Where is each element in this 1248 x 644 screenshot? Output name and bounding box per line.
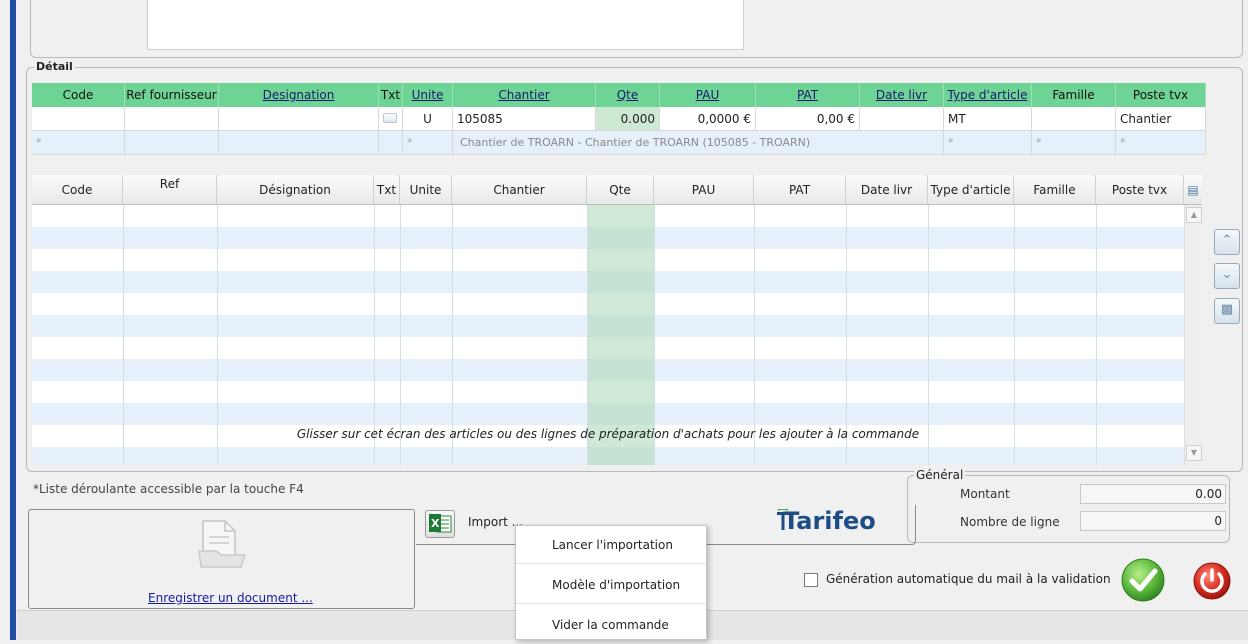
info-cell — [379, 131, 403, 155]
entry-pat-cell[interactable]: 0,00 € — [756, 107, 860, 131]
entry-date-livr-cell[interactable] — [860, 107, 944, 131]
chantier-summary: Chantier de TROARN - Chantier de TROARN … — [460, 136, 811, 149]
lines-header-date-livr[interactable]: Date livr — [846, 175, 928, 205]
column-divider — [754, 205, 755, 465]
general-group-label: Général — [914, 468, 966, 482]
validate-button[interactable] — [1120, 557, 1166, 603]
entry-famille-cell[interactable] — [1032, 107, 1116, 131]
lines-header-pat[interactable]: PAT — [754, 175, 846, 205]
scroll-down-arrow-icon[interactable]: ▼ — [1186, 445, 1202, 461]
move-up-button[interactable]: ⌃ — [1214, 229, 1240, 255]
window-left-edge — [10, 0, 16, 640]
entry-txt-cell[interactable] — [379, 107, 403, 131]
detail-group-label: Détail — [34, 60, 75, 73]
lines-header-chantier[interactable]: Chantier — [452, 175, 587, 205]
entry-header-poste-tvx[interactable]: Poste tvx — [1116, 83, 1206, 107]
entry-chantier-cell[interactable]: 105085 — [453, 107, 596, 131]
chevron-up-icon: ⌃ — [1221, 233, 1233, 248]
entry-qte-cell[interactable]: 0.000 — [596, 107, 660, 131]
lines-header-famille[interactable]: Famille — [1014, 175, 1096, 205]
entry-header-famille[interactable]: Famille — [1032, 83, 1116, 107]
column-divider — [1096, 205, 1097, 465]
import-context-menu: Lancer l'importation Modèle d'importatio… — [515, 525, 707, 640]
qte-column-band — [587, 205, 654, 465]
f4-hint: *Liste déroulante accessible par la touc… — [33, 482, 304, 496]
required-marker: * — [403, 131, 453, 155]
required-marker: * — [944, 131, 1032, 155]
entry-header-unite[interactable]: Unite — [403, 83, 453, 107]
column-settings-icon[interactable]: ▤ — [1184, 175, 1202, 205]
menu-item-import-template[interactable]: Modèle d'importation — [516, 566, 706, 604]
entry-poste-tvx-cell[interactable]: Chantier — [1116, 107, 1206, 131]
column-divider — [400, 205, 401, 465]
save-icon: ▩ — [1220, 302, 1234, 317]
montant-value: 0.00 — [1080, 484, 1226, 504]
document-folder-icon — [198, 520, 246, 568]
entry-unite-cell[interactable]: U — [403, 107, 453, 131]
entry-code-cell[interactable] — [32, 107, 125, 131]
lines-header-txt[interactable]: Txt — [374, 175, 400, 205]
lines-vertical-scrollbar[interactable]: ▲ ▼ — [1184, 205, 1202, 465]
required-marker: * — [32, 131, 125, 155]
save-lines-button[interactable]: ▩ — [1214, 298, 1240, 324]
column-divider — [654, 205, 655, 465]
required-marker: * — [1116, 131, 1206, 155]
scroll-up-arrow-icon[interactable]: ▲ — [1186, 207, 1202, 223]
lines-grid[interactable]: Code Ref Désignation Txt Unite Chantier … — [32, 175, 1206, 465]
move-down-button[interactable]: ⌄ — [1214, 263, 1240, 289]
auto-mail-label[interactable]: Génération automatique du mail à la vali… — [826, 572, 1111, 586]
entry-header-pat[interactable]: PAT — [756, 83, 860, 107]
notes-textarea[interactable] — [147, 0, 744, 50]
chevron-down-icon: ⌄ — [1221, 267, 1233, 282]
column-divider — [1014, 205, 1015, 465]
info-cell — [219, 131, 379, 155]
entry-header-type-article[interactable]: Type d'article — [944, 83, 1032, 107]
tarifeo-brand: Tarifeo — [783, 507, 876, 535]
column-divider — [217, 205, 218, 465]
entry-header-chantier[interactable]: Chantier — [453, 83, 596, 107]
required-marker: * — [1032, 131, 1116, 155]
entry-header-ref-fournisseur[interactable]: Ref fournisseur — [125, 83, 219, 107]
entry-header-date-livr[interactable]: Date livr — [860, 83, 944, 107]
lines-header-poste-tvx[interactable]: Poste tvx — [1096, 175, 1184, 205]
excel-icon: X — [429, 514, 452, 533]
lines-header-qte[interactable]: Qte — [587, 175, 654, 205]
txt-toggle[interactable] — [383, 113, 397, 123]
entry-pau-cell[interactable]: 0,0000 € — [660, 107, 756, 131]
lines-header-unite[interactable]: Unite — [400, 175, 452, 205]
menu-item-clear-order[interactable]: Vider la commande — [516, 606, 706, 644]
svg-text:X: X — [431, 517, 440, 530]
entry-header-pau[interactable]: PAU — [660, 83, 756, 107]
lines-header-type-article[interactable]: Type d'article — [928, 175, 1014, 205]
lines-header-code[interactable]: Code — [32, 175, 123, 205]
entry-type-article-cell[interactable]: MT — [944, 107, 1032, 131]
column-divider — [123, 205, 124, 465]
entry-header-txt[interactable]: Txt — [379, 83, 403, 107]
column-divider — [374, 205, 375, 465]
info-cell — [125, 131, 219, 155]
lines-header-ref[interactable]: Ref — [123, 175, 217, 205]
montant-label: Montant — [960, 487, 1010, 501]
column-divider — [452, 205, 453, 465]
lines-header-designation[interactable]: Désignation — [217, 175, 374, 205]
entry-designation-cell[interactable] — [219, 107, 379, 131]
entry-header-code[interactable]: Code — [32, 83, 125, 107]
menu-item-launch-import[interactable]: Lancer l'importation — [516, 526, 706, 564]
excel-import-button[interactable]: X — [425, 510, 455, 538]
nb-lignes-label: Nombre de ligne — [960, 515, 1060, 529]
nb-lignes-value: 0 — [1080, 511, 1226, 531]
lines-grid-body[interactable] — [32, 205, 1184, 465]
auto-mail-checkbox[interactable] — [804, 573, 818, 587]
entry-header-qte[interactable]: Qte — [596, 83, 660, 107]
drop-hint: Glisser sur cet écran des articles ou de… — [296, 427, 920, 441]
column-divider — [846, 205, 847, 465]
cancel-button[interactable] — [1192, 561, 1232, 601]
column-divider — [587, 205, 588, 465]
column-divider — [928, 205, 929, 465]
entry-header-designation[interactable]: Designation — [219, 83, 379, 107]
save-document-link[interactable]: Enregistrer un document ... — [148, 591, 313, 605]
entry-ref-fournisseur-cell[interactable] — [125, 107, 219, 131]
lines-header-pau[interactable]: PAU — [654, 175, 754, 205]
